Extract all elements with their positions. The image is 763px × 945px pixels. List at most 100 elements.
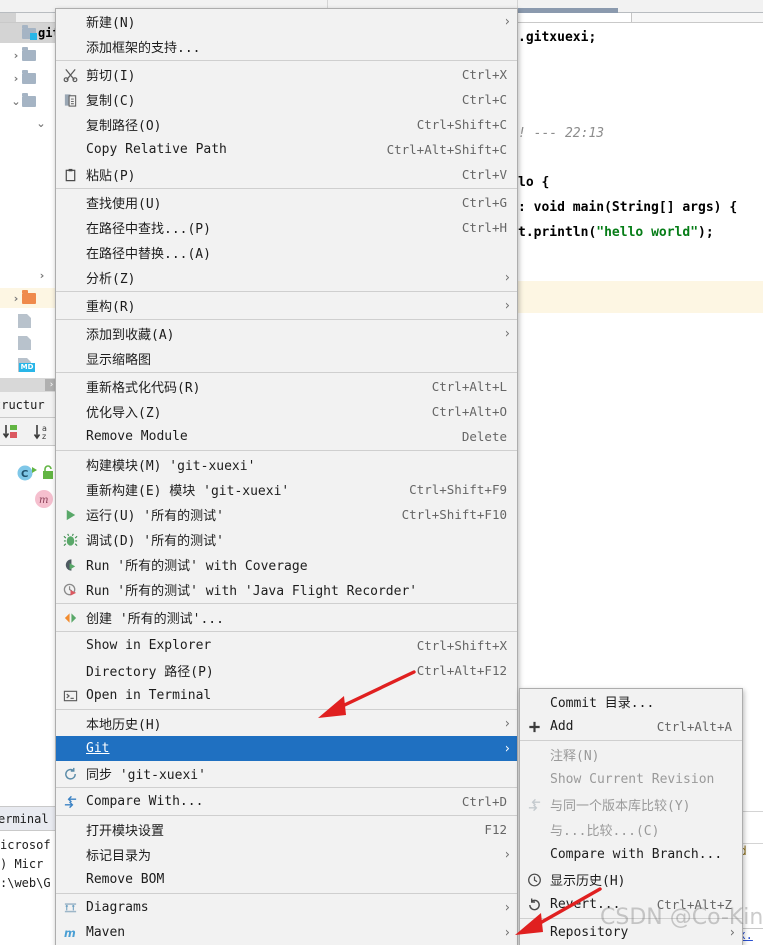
menu-item-copy[interactable]: 复制(C) Ctrl+C	[56, 87, 517, 112]
shortcut-label: F12	[484, 822, 507, 837]
menu-item-directory-path[interactable]: Directory 路径(P) Ctrl+Alt+F12	[56, 658, 517, 683]
method-icon[interactable]: m	[33, 488, 55, 510]
shortcut-label: Ctrl+Alt+O	[431, 404, 507, 419]
menu-item-optimize-imports[interactable]: 优化导入(Z) Ctrl+Alt+O	[56, 399, 517, 424]
submenu-item-commit-directory[interactable]: Commit 目录...	[520, 689, 742, 714]
public-lock-icon	[43, 465, 53, 479]
markdown-badge: MD	[19, 363, 35, 372]
scissors-icon	[62, 66, 79, 83]
diagram-icon	[62, 899, 79, 916]
menu-item-run-all-tests[interactable]: 运行(U) '所有的测试' Ctrl+Shift+F10	[56, 502, 517, 527]
file-icon	[18, 314, 31, 328]
tree-node-2[interactable]: ›	[0, 45, 38, 65]
shortcut-label: Ctrl+G	[461, 195, 507, 210]
tree-node-4[interactable]: ⌄	[0, 91, 38, 111]
menu-item-build-module[interactable]: 构建模块(M) 'git-xuexi'	[56, 452, 517, 477]
menu-separator	[56, 450, 517, 451]
shortcut-label: Ctrl+Shift+X	[416, 638, 507, 653]
menu-item-analyze[interactable]: 分析(Z) ›	[56, 265, 517, 290]
menu-item-synchronize[interactable]: 同步 'git-xuexi'	[56, 761, 517, 786]
tree-node-git[interactable]: git	[0, 23, 60, 43]
tree-node-src[interactable]: ›	[0, 288, 60, 308]
project-context-menu[interactable]: 新建(N) › 添加框架的支持... 剪切(I) Ctrl+X 复制(C) Ct…	[55, 8, 518, 945]
menu-separator	[56, 893, 517, 894]
menu-item-rebuild-module[interactable]: 重新构建(E) 模块 'git-xuexi' Ctrl+Shift+F9	[56, 477, 517, 502]
submenu-item-revert[interactable]: Revert... Ctrl+Alt+Z	[520, 892, 742, 917]
menu-item-replace-in-path[interactable]: 在路径中替换...(A)	[56, 240, 517, 265]
chevron-down-icon[interactable]: ⌄	[10, 95, 22, 108]
terminal-output[interactable]: icrosof ) Micr :\web\G	[0, 831, 60, 945]
tree-node-file-2[interactable]	[0, 333, 31, 353]
menu-item-remove-module[interactable]: Remove Module Delete	[56, 424, 517, 449]
chevron-right-icon[interactable]: ›	[10, 292, 22, 305]
menu-item-run-with-jfr[interactable]: Run '所有的测试' with 'Java Flight Recorder'	[56, 577, 517, 602]
menu-item-show-in-explorer[interactable]: Show in Explorer Ctrl+Shift+X	[56, 633, 517, 658]
submenu-item-repository[interactable]: Repository ›	[520, 920, 742, 945]
submenu-item-add[interactable]: Add Ctrl+Alt+A	[520, 714, 742, 739]
shortcut-label: Ctrl+Shift+C	[416, 117, 507, 132]
menu-item-git[interactable]: Git ›	[56, 736, 517, 761]
chevron-down-icon[interactable]: ⌄	[35, 117, 47, 130]
chevron-right-icon[interactable]: ›	[10, 72, 22, 85]
folder-icon	[22, 46, 36, 61]
menu-item-find-in-path[interactable]: 在路径中查找...(P) Ctrl+H	[56, 215, 517, 240]
toolbar-seg-1	[0, 13, 16, 22]
structure-tree[interactable]: C m	[0, 446, 60, 806]
svg-text:C: C	[21, 469, 28, 480]
tree-node-file-1[interactable]	[0, 311, 31, 331]
menu-item-remove-bom[interactable]: Remove BOM	[56, 867, 517, 892]
menu-item-cut[interactable]: 剪切(I) Ctrl+X	[56, 62, 517, 87]
menu-item-add-to-favorites[interactable]: 添加到收藏(A) ›	[56, 321, 517, 346]
tab-group-right[interactable]	[620, 0, 763, 12]
menu-item-paste[interactable]: 粘贴(P) Ctrl+V	[56, 162, 517, 187]
menu-item-copy-relative-path[interactable]: Copy Relative Path Ctrl+Alt+Shift+C	[56, 137, 517, 162]
menu-item-open-module-settings[interactable]: 打开模块设置 F12	[56, 817, 517, 842]
chevron-right-icon[interactable]: ›	[36, 269, 48, 282]
sort-alphabetically-icon[interactable]: a z	[33, 422, 53, 442]
menu-item-reformat-code[interactable]: 重新格式化代码(R) Ctrl+Alt+L	[56, 374, 517, 399]
menu-item-show-image-thumbnails[interactable]: 显示缩略图	[56, 346, 517, 371]
terminal-tab[interactable]: erminal	[0, 806, 60, 831]
folder-icon	[22, 92, 36, 107]
menu-item-mark-directory-as[interactable]: 标记目录为 ›	[56, 842, 517, 867]
class-icon[interactable]: C	[16, 462, 38, 484]
copy-icon	[62, 91, 79, 108]
menu-item-refactor[interactable]: 重构(R) ›	[56, 293, 517, 318]
project-tool-window[interactable]: git › › ⌄ ⌄ › › MD	[0, 23, 60, 378]
git-submenu[interactable]: Commit 目录... Add Ctrl+Alt+A 注释(N) Show C…	[519, 688, 743, 945]
menu-item-compare-with[interactable]: Compare With... Ctrl+D	[56, 789, 517, 814]
tree-node-file-md[interactable]: MD	[0, 355, 35, 375]
submenu-item-show-history[interactable]: 显示历史(H)	[520, 867, 742, 892]
menu-item-maven[interactable]: m Maven ›	[56, 920, 517, 945]
chevron-right-icon[interactable]: ›	[10, 49, 22, 62]
string-literal: "hello world"	[596, 225, 699, 240]
code-line-comment: ! --- 22:13	[518, 126, 605, 141]
menu-item-debug-all-tests[interactable]: 调试(D) '所有的测试'	[56, 527, 517, 552]
svg-text:z: z	[42, 432, 46, 441]
chevron-right-icon: ›	[504, 900, 510, 915]
shortcut-label: Ctrl+V	[461, 167, 507, 182]
menu-item-open-in-terminal[interactable]: Open in Terminal	[56, 683, 517, 708]
sort-visibility-icon[interactable]	[2, 422, 22, 442]
chevron-right-icon: ›	[504, 14, 510, 29]
menu-item-add-framework-support[interactable]: 添加框架的支持...	[56, 34, 517, 59]
module-folder-icon	[22, 24, 37, 40]
menu-item-diagrams[interactable]: Diagrams ›	[56, 895, 517, 920]
chevron-right-icon: ›	[504, 298, 510, 313]
tree-node-3[interactable]: ›	[0, 68, 38, 88]
tree-node-6[interactable]: ›	[0, 265, 48, 285]
chevron-right-icon: ›	[729, 925, 735, 940]
source-folder-icon	[22, 289, 36, 304]
horizontal-scrollbar[interactable]: ›	[0, 378, 60, 392]
menu-item-copy-path[interactable]: 复制路径(O) Ctrl+Shift+C	[56, 112, 517, 137]
tree-node-5[interactable]: ⌄	[0, 113, 47, 133]
menu-item-create-test-config[interactable]: 创建 '所有的测试'...	[56, 605, 517, 630]
terminal-line: :\web\G	[0, 876, 51, 890]
menu-item-find-usages[interactable]: 查找使用(U) Ctrl+G	[56, 190, 517, 215]
menu-item-local-history[interactable]: 本地历史(H) ›	[56, 711, 517, 736]
submenu-item-compare-with-branch[interactable]: Compare with Branch...	[520, 842, 742, 867]
menu-item-new[interactable]: 新建(N) ›	[56, 9, 517, 34]
plus-icon	[526, 718, 543, 735]
code-line-main: : void main(String[] args) {	[518, 200, 738, 215]
menu-item-run-with-coverage[interactable]: Run '所有的测试' with Coverage	[56, 552, 517, 577]
